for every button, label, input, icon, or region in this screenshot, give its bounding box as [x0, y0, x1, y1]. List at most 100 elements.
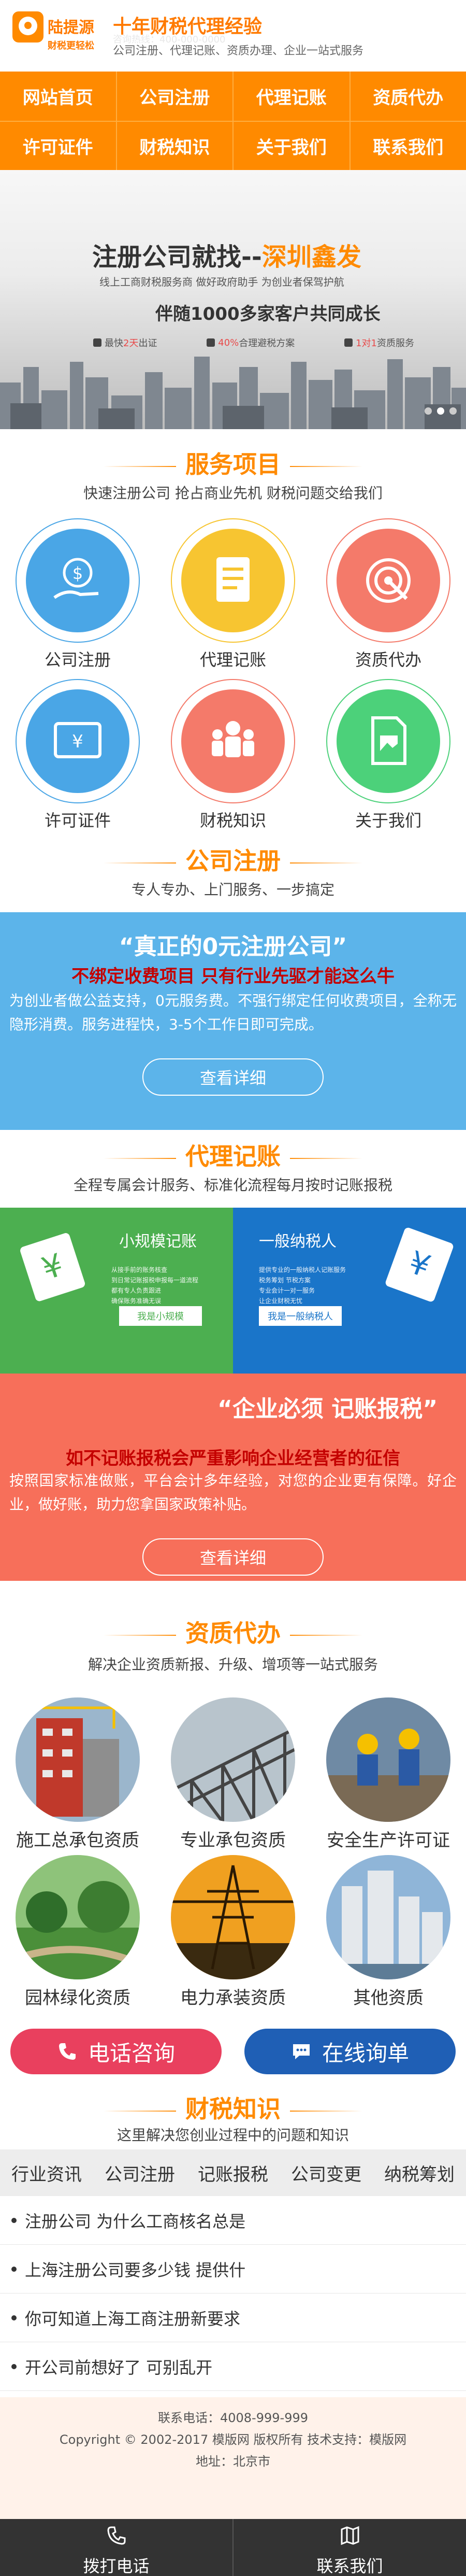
- city-skyline-image: [0, 357, 466, 429]
- tab-company-change[interactable]: 公司变更: [291, 2160, 361, 2186]
- bottom-action-bar: 拨打电话 联系我们: [0, 2519, 466, 2576]
- service-label: 财税知识: [199, 811, 266, 830]
- service-item-licenses[interactable]: ¥ 许可证件: [0, 674, 155, 834]
- phone-icon: [107, 2526, 125, 2545]
- city-buildings-image: [326, 1855, 450, 1979]
- qualification-item[interactable]: 其他资质: [311, 1855, 466, 2013]
- badge-icon: [93, 338, 101, 347]
- service-label: 关于我们: [355, 811, 421, 830]
- small-scale-line: 都有专人负责跟进: [111, 1287, 162, 1294]
- qualification-item[interactable]: 安全生产许可证: [311, 1697, 466, 1855]
- register-title: 公司注册: [0, 842, 466, 876]
- qualification-item[interactable]: 专业承包资质: [155, 1697, 311, 1855]
- nav-item-contact[interactable]: 联系我们: [349, 122, 466, 170]
- qualification-item[interactable]: 电力承装资质: [155, 1855, 311, 2013]
- services-title: 服务项目: [0, 446, 466, 480]
- news-item[interactable]: 开公司前想好了 可别乱开: [0, 2342, 466, 2391]
- general-taxpayer-lines: 提供专业的一般纳税人记账服务 税务筹划 节税方案 专业会计一对一服务 让企业财税…: [259, 1265, 346, 1306]
- service-item-about[interactable]: 关于我们: [311, 674, 466, 834]
- target-icon: [337, 529, 440, 632]
- phone-consult-label: 电话咨询: [88, 2040, 175, 2066]
- banner-subtitle: 线上工商财税服务商 做好政府助手 为创业者保驾护航: [99, 276, 344, 288]
- taxation-detail-button[interactable]: 查看详细: [142, 1538, 324, 1576]
- chat-icon: [293, 2044, 310, 2059]
- tab-industry-news[interactable]: 行业资讯: [11, 2160, 82, 2186]
- money-hand-icon: $: [26, 529, 129, 632]
- banner-promise: 伴随1000多家客户共同成长: [155, 304, 381, 324]
- small-scale-line: 到日常记账报税申报每一道流程: [111, 1277, 199, 1284]
- nav-item-qualification[interactable]: 资质代办: [349, 72, 466, 121]
- register-promo-block: “真正的0元注册公司” 不绑定收费项目 只有行业先驱才能这么牛 为创业者做公益支…: [0, 912, 466, 1130]
- logo[interactable]: 陆提源 财税更轻松: [12, 9, 101, 63]
- contact-us-label: 联系我们: [316, 2556, 383, 2576]
- carousel-dot[interactable]: [425, 407, 432, 415]
- general-taxpayer-line: 提供专业的一般纳税人记账服务: [259, 1266, 346, 1273]
- small-scale-card[interactable]: ¥ 小规模记账 从接手前的账务核查 到日常记账报税申报每一道流程 都有专人负责跟…: [0, 1208, 233, 1374]
- qualification-item[interactable]: 园林绿化资质: [0, 1855, 155, 2013]
- small-scale-title: 小规模记账: [119, 1233, 197, 1251]
- news-item[interactable]: 上海注册公司要多少钱 提供什: [0, 2245, 466, 2294]
- accounting-title: 代理记账: [0, 1138, 466, 1172]
- register-detail-button[interactable]: 查看详细: [142, 1058, 324, 1096]
- service-circle: [326, 518, 450, 643]
- tab-bookkeeping-tax[interactable]: 记账报税: [198, 2160, 268, 2186]
- service-item-company-registration[interactable]: $ 公司注册: [0, 513, 155, 674]
- service-circle: ¥: [16, 679, 140, 803]
- taxation-promo-block: “企业必须 记账报税” 如不记账报税会严重影响企业经营者的征信 按照国家标准做账…: [0, 1374, 466, 1581]
- service-label: 许可证件: [44, 811, 111, 830]
- service-circle: [326, 679, 450, 803]
- image-file-icon: [337, 689, 440, 793]
- nav-item-licenses[interactable]: 许可证件: [0, 122, 116, 170]
- tab-company-registration[interactable]: 公司注册: [105, 2160, 175, 2186]
- news-item[interactable]: 注册公司 为什么工商核名总是: [0, 2196, 466, 2245]
- service-label: 资质代办: [355, 650, 421, 670]
- nav-item-home[interactable]: 网站首页: [0, 72, 116, 121]
- qualification-label: 安全生产许可证: [327, 1830, 450, 1851]
- contact-us-button[interactable]: 联系我们: [232, 2519, 466, 2576]
- carousel-dot-active[interactable]: [437, 407, 444, 415]
- news-list: 注册公司 为什么工商核名总是 上海注册公司要多少钱 提供什 你可知道上海工商注册…: [0, 2196, 466, 2391]
- qualification-grid: 施工总承包资质 专业承包资质 安全生产许可证 园林绿化资质 电力承装资质 其他资…: [0, 1697, 466, 2013]
- general-taxpayer-card[interactable]: 一般纳税人 提供专业的一般纳税人记账服务 税务筹划 节税方案 专业会计一对一服务…: [233, 1208, 466, 1374]
- online-inquiry-button[interactable]: 在线询单: [244, 2029, 456, 2074]
- hero-banner[interactable]: 注册公司就找--深圳鑫发 线上工商财税服务商 做好政府助手 为创业者保驾护航 伴…: [0, 170, 466, 429]
- logo-icon: [12, 11, 43, 43]
- service-item-tax-knowledge[interactable]: 财税知识: [155, 674, 311, 834]
- service-item-bookkeeping[interactable]: 代理记账: [155, 513, 311, 674]
- nav-item-tax-knowledge[interactable]: 财税知识: [115, 122, 233, 170]
- service-label: 公司注册: [44, 650, 111, 670]
- qualification-label: 电力承装资质: [180, 1988, 286, 2008]
- small-scale-button[interactable]: 我是小规模: [119, 1306, 202, 1326]
- footer: 联系电话：4008-999-999 Copyright © 2002-2017 …: [0, 2397, 466, 2524]
- news-item[interactable]: 你可知道上海工商注册新要求: [0, 2294, 466, 2342]
- certificate-icon: ¥: [26, 689, 129, 793]
- nav-item-about[interactable]: 关于我们: [232, 122, 350, 170]
- phone-icon: [59, 2043, 76, 2060]
- qualification-label: 施工总承包资质: [16, 1830, 139, 1851]
- nav-item-bookkeeping[interactable]: 代理记账: [232, 72, 350, 121]
- service-item-qualification[interactable]: 资质代办: [311, 513, 466, 674]
- online-inquiry-label: 在线询单: [322, 2040, 409, 2066]
- general-taxpayer-line: 税务筹划 节税方案: [259, 1277, 311, 1284]
- svg-text:$: $: [72, 563, 83, 583]
- small-scale-line: 从接手前的账务核查: [111, 1266, 168, 1273]
- taxation-red-text: 如不记账报税会严重影响企业经营者的征信: [66, 1448, 400, 1469]
- accounting-cards: ¥ 小规模记账 从接手前的账务核查 到日常记账报税申报每一道流程 都有专人负责跟…: [0, 1208, 466, 1374]
- general-taxpayer-line: 专业会计一对一服务: [259, 1287, 315, 1294]
- register-red-text: 不绑定收费项目 只有行业先驱才能这么牛: [71, 966, 395, 987]
- phone-consult-button[interactable]: 电话咨询: [10, 2029, 222, 2074]
- small-scale-lines: 从接手前的账务核查 到日常记账报税申报每一道流程 都有专人负责跟进 确保账务准确…: [111, 1265, 198, 1306]
- steel-structure-image: [171, 1697, 295, 1822]
- taxation-headline: “企业必须 记账报税”: [217, 1396, 438, 1422]
- banner-headline: 注册公司就找--深圳鑫发: [92, 236, 361, 273]
- tab-tax-planning[interactable]: 纳税筹划: [384, 2160, 455, 2186]
- footer-phone: 联系电话：4008-999-999: [157, 2411, 308, 2425]
- general-taxpayer-button[interactable]: 我是一般纳税人: [259, 1306, 342, 1326]
- receipt-icon: ¥: [385, 1227, 454, 1302]
- carousel-dot[interactable]: [449, 407, 457, 415]
- qualification-item[interactable]: 施工总承包资质: [0, 1697, 155, 1855]
- general-taxpayer-title: 一般纳税人: [259, 1233, 337, 1251]
- knowledge-tabs: 行业资讯 公司注册 记账报税 公司变更 纳税筹划: [0, 2149, 466, 2196]
- nav-item-company-registration[interactable]: 公司注册: [115, 72, 233, 121]
- call-phone-button[interactable]: 拨打电话: [0, 2519, 232, 2576]
